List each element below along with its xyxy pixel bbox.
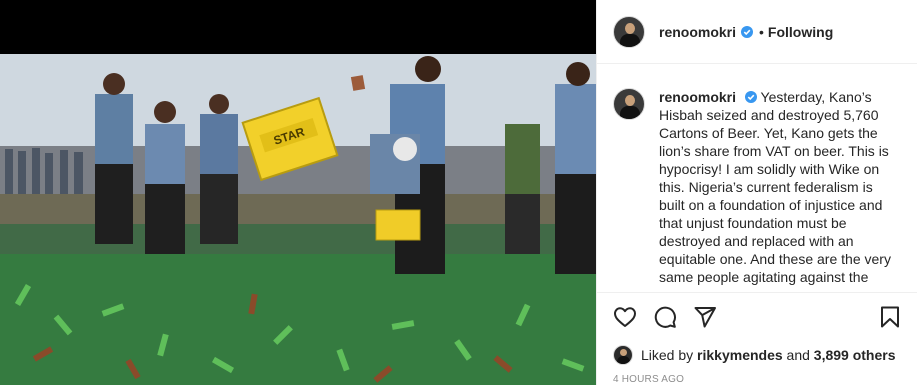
- share-button[interactable]: [693, 301, 725, 333]
- caption-text: Yesterday, Kano’s Hisbah seized and dest…: [659, 89, 891, 285]
- bookmark-icon: [881, 306, 899, 328]
- comment-bubble-icon: [654, 306, 676, 328]
- comment-button[interactable]: [653, 301, 685, 333]
- likes-prefix: Liked by: [641, 347, 694, 363]
- post-photo-illustration: STAR: [0, 54, 596, 385]
- verified-badge-icon: [741, 25, 754, 38]
- likes-others-count[interactable]: 3,899 others: [814, 347, 896, 363]
- author-avatar[interactable]: [613, 15, 645, 48]
- verified-badge-icon: [744, 91, 757, 103]
- action-icon-row: [613, 301, 902, 333]
- liker-avatar[interactable]: [613, 345, 633, 365]
- following-button[interactable]: Following: [768, 24, 833, 40]
- header-separator: •: [759, 23, 764, 40]
- caption-username[interactable]: renoomokri: [659, 89, 736, 105]
- caption-author-avatar[interactable]: [613, 88, 645, 120]
- like-button[interactable]: [613, 301, 645, 333]
- post-media[interactable]: STAR: [0, 0, 596, 385]
- post-caption: renoomokri Yesterday, Kano’s Hisbah seiz…: [659, 88, 899, 292]
- heart-icon: [614, 307, 636, 327]
- likes-summary: Liked by rikkymendes and 3,899 others: [613, 345, 902, 365]
- post-side-panel: renoomokri • Following renoomokri Yester…: [596, 0, 917, 385]
- paper-plane-icon: [694, 307, 716, 328]
- save-button[interactable]: [870, 301, 902, 333]
- liked-by-username[interactable]: rikkymendes: [697, 347, 783, 363]
- post-actions: Liked by rikkymendes and 3,899 others 4 …: [597, 292, 917, 385]
- post-timestamp[interactable]: 4 HOURS AGO: [613, 374, 902, 385]
- post-photo[interactable]: STAR: [0, 54, 596, 385]
- likes-and: and: [786, 347, 810, 363]
- caption-area: renoomokri Yesterday, Kano’s Hisbah seiz…: [597, 64, 917, 292]
- author-username[interactable]: renoomokri: [659, 24, 736, 40]
- post-header: renoomokri • Following: [597, 0, 917, 64]
